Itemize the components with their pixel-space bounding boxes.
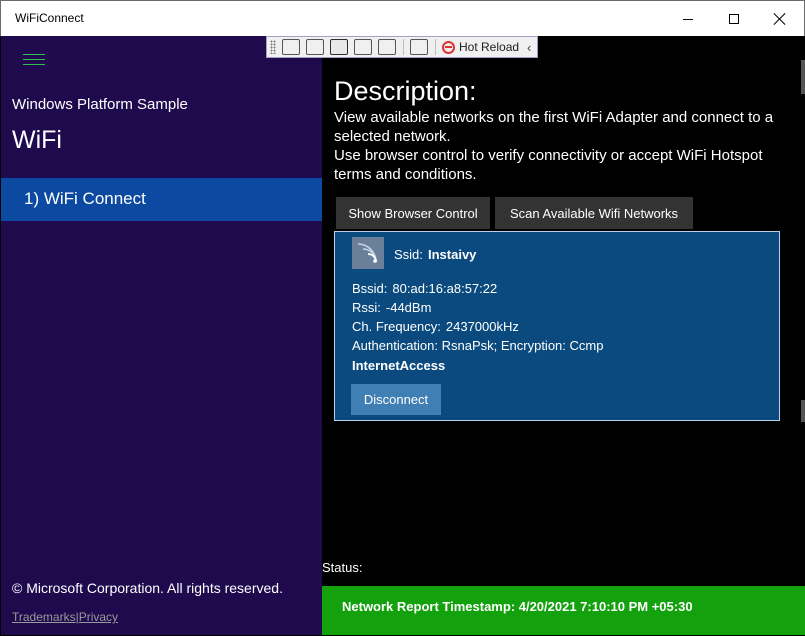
bssid-label: Bssid: <box>352 281 388 296</box>
go-to-live-visual-tree-icon[interactable] <box>282 39 300 55</box>
edge-shade <box>801 400 805 422</box>
sidebar: Windows Platform Sample WiFi 1) WiFi Con… <box>1 36 322 635</box>
description-line-1: View available networks on the first WiF… <box>334 109 774 145</box>
description-heading: Description: <box>334 76 477 106</box>
privacy-link[interactable]: Privacy <box>79 610 118 624</box>
rssi-row: Rssi: -44dBm <box>352 300 431 315</box>
status-bar: Network Report Timestamp: 4/20/2021 7:10… <box>322 586 805 635</box>
description-line-2: Use browser control to verify connectivi… <box>334 147 763 183</box>
collapse-toolbar-icon[interactable]: ‹ <box>527 40 531 55</box>
status-message: Network Report Timestamp: 4/20/2021 7:10… <box>342 599 693 614</box>
drag-grip-icon[interactable] <box>270 40 276 54</box>
ssid-label: Ssid: <box>394 247 423 262</box>
status-label: Status: <box>322 560 363 575</box>
trademarks-link[interactable]: Trademarks <box>12 610 76 624</box>
hot-reload-icon[interactable] <box>442 40 455 54</box>
toolbar-separator <box>403 39 404 55</box>
minimize-button[interactable] <box>665 1 711 37</box>
frequency-label: Ch. Frequency: <box>352 319 441 334</box>
show-browser-control-button[interactable]: Show Browser Control <box>336 197 490 229</box>
sample-title: Windows Platform Sample <box>12 96 188 113</box>
hamburger-line <box>23 54 45 55</box>
close-button[interactable] <box>757 1 803 37</box>
debug-toolbar: Hot Reload ‹ <box>266 36 538 58</box>
maximize-icon <box>729 14 739 24</box>
window-title: WiFiConnect <box>15 11 84 25</box>
select-element-icon[interactable] <box>306 39 324 55</box>
bssid-row: Bssid: 80:ad:16:a8:57:22 <box>352 281 497 296</box>
maximize-button[interactable] <box>711 1 757 37</box>
security-info: Authentication: RsnaPsk; Encryption: Ccm… <box>352 338 604 353</box>
frequency-value: 2437000kHz <box>445 319 519 334</box>
copyright-text: © Microsoft Corporation. All rights rese… <box>12 580 283 596</box>
wifi-signal-glyph <box>357 243 377 263</box>
frequency-row: Ch. Frequency: 2437000kHz <box>352 319 519 334</box>
close-icon <box>774 13 786 25</box>
hamburger-line <box>23 59 45 60</box>
hot-reload-label[interactable]: Hot Reload <box>459 40 519 54</box>
hamburger-line <box>23 64 45 65</box>
scenario-item-label: 1) WiFi Connect <box>24 189 146 208</box>
toolbar-separator <box>435 39 436 55</box>
bssid-value: 80:ad:16:a8:57:22 <box>392 281 498 296</box>
hamburger-menu-button[interactable] <box>23 54 45 68</box>
main-content: Description: View available networks on … <box>322 36 805 636</box>
scenario-item-wifi-connect[interactable]: 1) WiFi Connect <box>1 178 322 221</box>
scenario-title: WiFi <box>12 126 62 154</box>
scan-networks-button[interactable]: Scan Available Wifi Networks <box>495 197 693 229</box>
minimize-icon <box>683 18 693 20</box>
wifi-signal-icon <box>352 237 384 269</box>
rssi-label: Rssi: <box>352 300 381 315</box>
rssi-value: -44dBm <box>385 300 432 315</box>
description-text: View available networks on the first WiF… <box>334 108 796 184</box>
network-list-item[interactable]: Ssid: Instaivy Bssid: 80:ad:16:a8:57:22 R… <box>334 231 780 421</box>
track-focus-icon[interactable] <box>354 39 372 55</box>
disconnect-button[interactable]: Disconnect <box>351 384 441 415</box>
element-picker-icon[interactable] <box>378 39 396 55</box>
ssid-value: Instaivy <box>428 247 477 262</box>
title-bar: WiFiConnect <box>0 0 805 36</box>
footer-links: Trademarks|Privacy <box>12 610 118 624</box>
display-layout-adorners-icon[interactable] <box>330 39 348 55</box>
edge-shade <box>801 60 805 94</box>
binding-failures-icon[interactable] <box>410 39 428 55</box>
connectivity-level: InternetAccess <box>352 358 446 373</box>
